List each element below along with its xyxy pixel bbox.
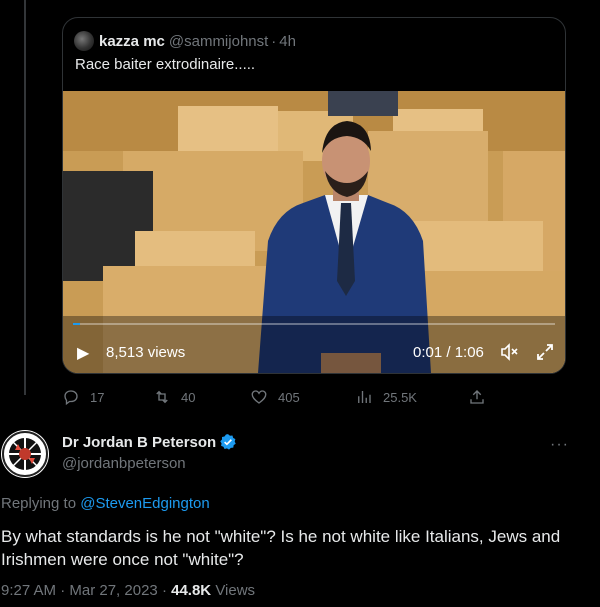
share-icon: [470, 390, 484, 404]
replying-to-prefix: Replying to: [1, 495, 77, 512]
tweet-views-label: Views: [215, 582, 256, 599]
author-handle[interactable]: @jordanbpeterson: [62, 455, 186, 472]
video-player[interactable]: ▶ 8,513 views 0:01 / 1:06: [63, 91, 565, 373]
reply-icon: [64, 390, 78, 406]
like-icon: [251, 390, 267, 404]
video-progress-bar[interactable]: [73, 323, 555, 325]
quoted-tweet-card[interactable]: kazza mc @sammijohnst · 4h Race baiter e…: [62, 17, 566, 374]
video-frame: [63, 91, 565, 373]
retweet-icon: [156, 390, 168, 404]
author-avatar[interactable]: [1, 430, 49, 478]
like-action[interactable]: 405: [250, 388, 300, 406]
replying-to-link[interactable]: @StevenEdgington: [80, 495, 210, 512]
meta-separator: ·: [161, 582, 167, 599]
tweet-views-count: 44.8K: [171, 582, 212, 599]
reply-count: 17: [90, 389, 105, 405]
tweet-timestamp[interactable]: 9:27 AM · Mar 27, 2023: [1, 582, 158, 599]
views-action[interactable]: 25.5K: [355, 388, 417, 406]
author-name-text: Dr Jordan B Peterson: [62, 433, 217, 451]
share-action[interactable]: [468, 388, 496, 406]
replying-to: Replying to @StevenEdgington: [1, 495, 210, 512]
quoted-tweet-header: kazza mc @sammijohnst · 4h: [74, 31, 296, 51]
thread-line: [24, 0, 26, 395]
retweet-action[interactable]: 40: [153, 388, 195, 406]
volume-mute-icon[interactable]: [499, 342, 519, 367]
tweet-meta: 9:27 AM · Mar 27, 2023 · 44.8K Views: [1, 582, 255, 599]
fullscreen-icon[interactable]: [535, 342, 555, 367]
view-count: 25.5K: [383, 389, 417, 405]
retweet-count: 40: [181, 389, 196, 405]
video-progress-fill: [73, 323, 81, 325]
more-icon[interactable]: ···: [550, 436, 569, 454]
reply-action[interactable]: 17: [62, 388, 104, 406]
like-count: 405: [278, 389, 300, 405]
video-time: 0:01 / 1:06: [413, 344, 484, 361]
quoted-tweet-time[interactable]: 4h: [279, 33, 296, 50]
tweet-text: By what standards is he not "white"? Is …: [1, 527, 561, 569]
quoted-tweet-text: Race baiter extrodinaire.....: [75, 56, 256, 73]
quoted-author-handle[interactable]: @sammijohnst: [169, 33, 268, 50]
quoted-header-separator: ·: [271, 32, 277, 50]
video-views: 8,513 views: [106, 344, 186, 361]
play-icon[interactable]: ▶: [77, 343, 89, 363]
verified-icon: [220, 434, 236, 450]
quoted-author-name[interactable]: kazza mc: [99, 33, 165, 50]
quoted-author-avatar[interactable]: [74, 31, 94, 51]
views-icon: [358, 391, 371, 403]
author-name[interactable]: Dr Jordan B Peterson: [62, 433, 237, 451]
